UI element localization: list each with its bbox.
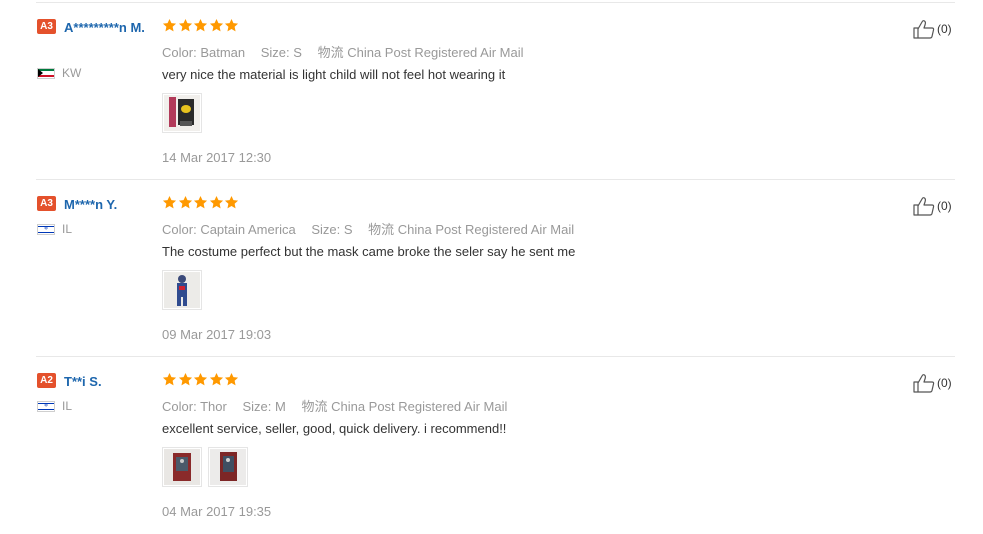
color-value: Captain America [200,222,296,237]
size-label: Size: [260,45,290,60]
star-icon [224,372,239,386]
shipping-label: 物流 [317,45,344,60]
helpful-button[interactable]: (0) [913,19,952,39]
helpful-button[interactable]: (0) [913,196,952,216]
star-icon [209,195,223,209]
star-icon [209,372,223,386]
helpful-count: (0) [937,22,952,36]
reviewer-country: ✡ IL [37,399,72,413]
review-photos [162,93,208,133]
thumbs-up-icon [913,197,935,216]
star-icon [224,195,239,209]
star-icon [193,372,208,386]
shipping-label: 物流 [368,222,395,237]
country-code: IL [62,399,73,413]
color-label: Color: [162,45,197,60]
review-text: The costume perfect but the mask came br… [162,244,576,259]
shipping-value: China Post Registered Air Mail [347,45,524,60]
star-icon [193,18,208,32]
helpful-count: (0) [937,376,952,390]
review-date: 09 Mar 2017 19:03 [162,327,272,342]
israel-flag-icon: ✡ [37,400,55,412]
kuwait-flag-icon [37,67,55,79]
review-photo-thumbnail[interactable] [162,270,202,310]
review-date: 04 Mar 2017 19:35 [162,504,272,519]
reviewer-name[interactable]: A*********n M. [64,18,152,38]
star-icon [162,195,177,209]
star-rating [162,195,240,211]
size-value: M [274,399,286,414]
review-photos [162,447,254,487]
review-photo-thumbnail[interactable] [208,447,248,487]
thumbs-up-icon [913,20,935,39]
shipping-value: China Post Registered Air Mail [397,222,575,237]
reviewer-name[interactable]: M****n Y. [64,195,152,215]
review-photo-thumbnail[interactable] [162,447,202,487]
star-icon [162,372,177,386]
reviewer-country: KW [37,66,81,80]
israel-flag-icon: ✡ [37,223,55,235]
order-info: Color: Batman Size: S 物流 China Post Regi… [162,42,524,61]
color-label: Color: [162,399,197,414]
size-value: S [343,222,353,237]
order-info: Color: Captain America Size: S 物流 China … [162,219,574,238]
star-icon [162,18,177,32]
review-item: A3 M****n Y. ✡ IL Color: Captain America… [0,180,983,357]
order-info: Color: Thor Size: M 物流 China Post Regist… [162,396,507,415]
review-text: very nice the material is light child wi… [162,67,506,82]
country-code: KW [62,66,82,80]
size-label: Size: [242,399,272,414]
shipping-label: 物流 [301,399,328,414]
size-value: S [293,45,302,60]
buyer-level-badge: A3 [37,196,56,211]
color-value: Thor [200,399,227,414]
review-photos [162,270,208,310]
review-photo-thumbnail[interactable] [162,93,202,133]
star-icon [178,18,192,32]
star-rating [162,18,240,34]
country-code: IL [62,222,73,236]
review-item: A3 A*********n M. KW Color: Batman Size:… [0,3,983,180]
helpful-count: (0) [937,199,952,213]
helpful-button[interactable]: (0) [913,373,952,393]
star-icon [178,372,192,386]
color-value: Batman [200,45,246,60]
thumbs-up-icon [913,374,935,393]
color-label: Color: [162,222,197,237]
shipping-value: China Post Registered Air Mail [331,399,508,414]
review-date: 14 Mar 2017 12:30 [162,150,272,165]
star-icon [209,18,223,32]
star-rating [162,372,240,388]
star-icon [193,195,208,209]
size-label: Size: [311,222,341,237]
buyer-level-badge: A3 [37,19,56,34]
reviewer-country: ✡ IL [37,222,72,236]
review-item: A2 T**i S. ✡ IL Color: Thor Size: M 物流 C… [0,357,983,534]
buyer-level-badge: A2 [37,373,56,388]
reviewer-name[interactable]: T**i S. [64,372,152,392]
review-text: excellent service, seller, good, quick d… [162,421,507,436]
star-icon [224,18,239,32]
star-icon [178,195,192,209]
